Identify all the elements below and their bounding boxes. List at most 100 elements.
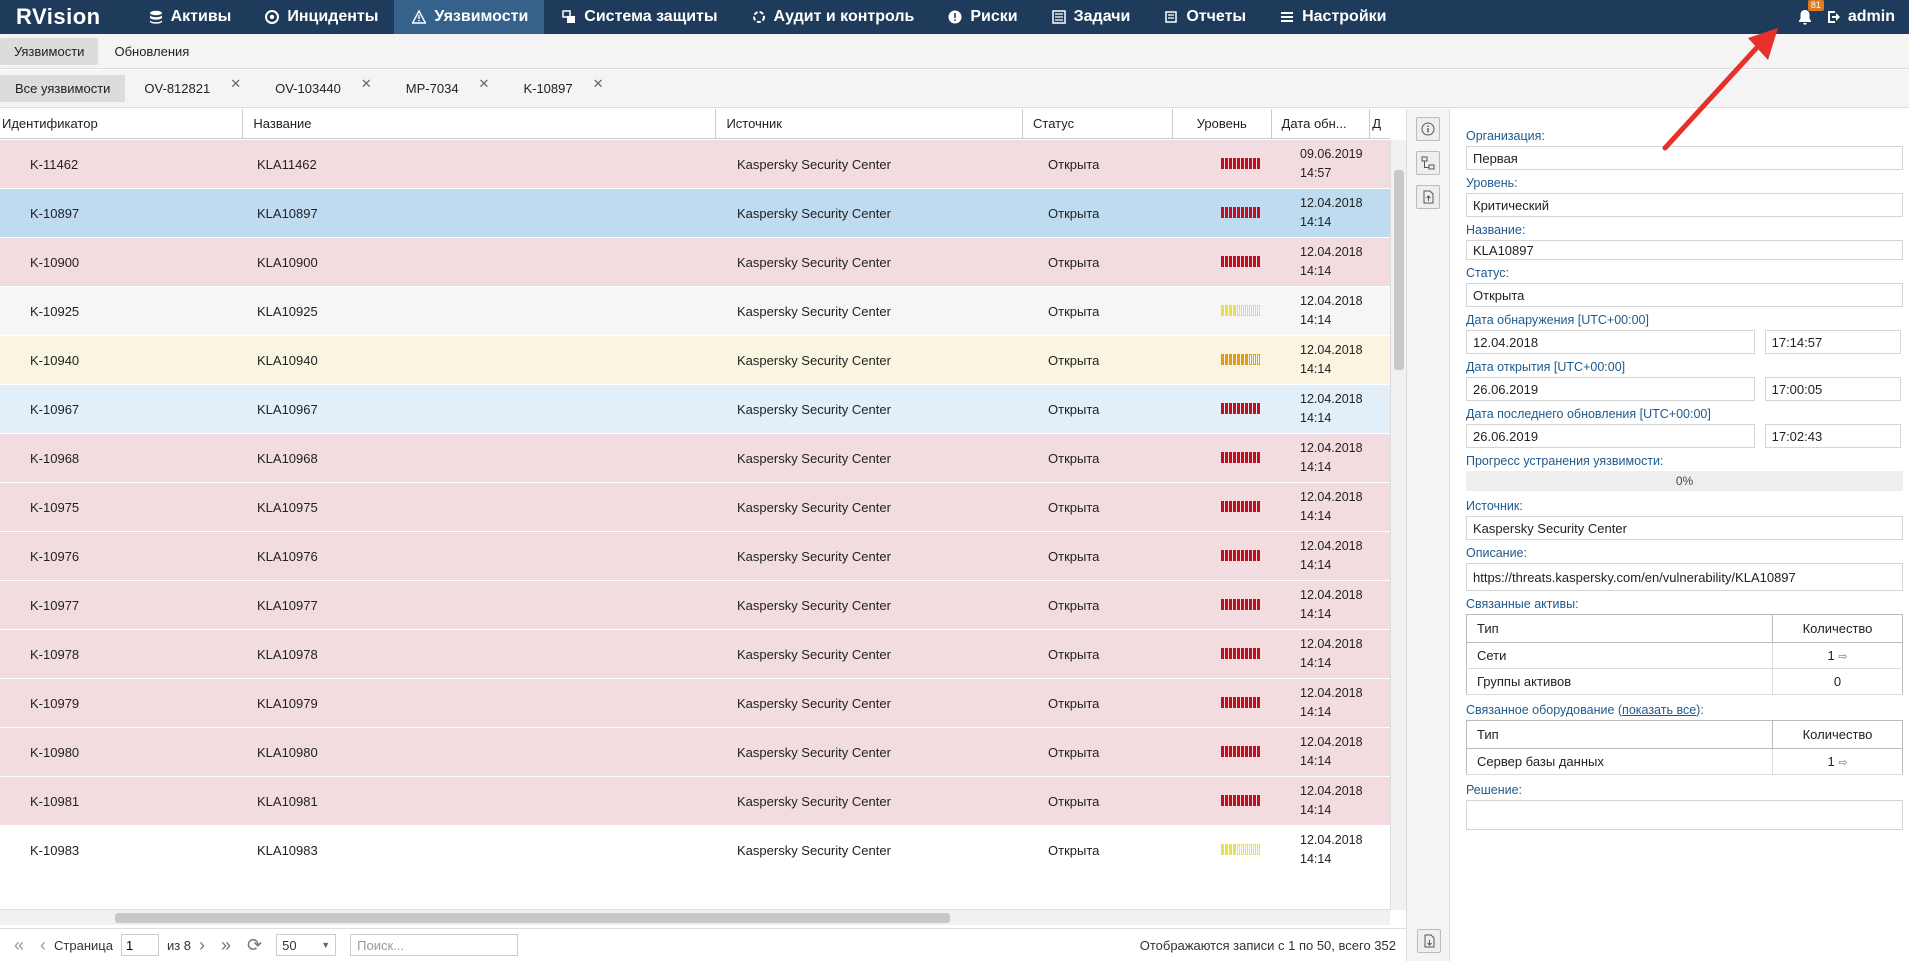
nav-item-6[interactable]: Задачи: [1034, 0, 1147, 34]
vuln-tab[interactable]: OV-812821 ✕: [129, 75, 256, 103]
severity-indicator: [1220, 843, 1260, 855]
level-field[interactable]: Критический: [1466, 193, 1903, 217]
updated-time-field[interactable]: 17:02:43: [1764, 424, 1901, 448]
table-row[interactable]: K-10980 KLA10980 Kaspersky Security Center…: [0, 728, 1390, 777]
cell-status: Открыта: [1048, 254, 1100, 270]
table-row[interactable]: K-10967 KLA10967 Kaspersky Security Center…: [0, 385, 1390, 434]
tab-updates[interactable]: Обновления: [100, 38, 203, 65]
nav-item-label: Аудит и контроль: [773, 8, 915, 25]
table-row[interactable]: K-10968 KLA10968 Kaspersky Security Center…: [0, 434, 1390, 483]
table-row[interactable]: K-10975 KLA10975 Kaspersky Security Center…: [0, 483, 1390, 532]
last-page-icon[interactable]: »: [221, 935, 231, 956]
cell-source: Kaspersky Security Center: [737, 156, 891, 172]
nav-item-7[interactable]: Отчеты: [1146, 0, 1262, 34]
table-row[interactable]: K-10925 KLA10925 Kaspersky Security Center…: [0, 287, 1390, 336]
found-time-field[interactable]: 17:14:57: [1764, 330, 1901, 354]
cell-level: [1190, 843, 1290, 858]
show-all-link[interactable]: показать все: [1622, 703, 1696, 717]
table-row[interactable]: K-10979 KLA10979 Kaspersky Security Center…: [0, 679, 1390, 728]
name-field[interactable]: KLA10897: [1466, 240, 1903, 260]
refresh-icon[interactable]: ⟳: [247, 935, 262, 956]
scroll-thumb[interactable]: [1394, 170, 1404, 370]
close-icon[interactable]: ✕: [479, 76, 490, 92]
scroll-thumb[interactable]: [115, 913, 950, 923]
export-button[interactable]: [1416, 185, 1440, 209]
cell-name: KLA10900: [257, 254, 318, 270]
updated-date-field[interactable]: 26.06.2019: [1466, 424, 1755, 448]
arrow-right-icon[interactable]: ⇨: [1838, 757, 1847, 769]
close-icon[interactable]: ✕: [230, 76, 241, 92]
cell-level: [1190, 549, 1290, 564]
tab-vulnerabilities[interactable]: Уязвимости: [0, 37, 99, 65]
app-logo[interactable]: RVision: [0, 4, 117, 30]
col-header-extra[interactable]: Д: [1370, 109, 1390, 138]
grid-vertical-scrollbar[interactable]: [1390, 140, 1406, 910]
info-button[interactable]: [1416, 117, 1440, 141]
nav-item-1[interactable]: Инциденты: [247, 0, 394, 34]
nav-item-label: Настройки: [1302, 8, 1387, 25]
page-input[interactable]: [120, 934, 159, 956]
col-header-id[interactable]: Идентификатор: [0, 109, 244, 138]
import-button[interactable]: [1417, 929, 1441, 953]
nav-item-4[interactable]: Аудит и контроль: [734, 0, 931, 34]
org-field[interactable]: Первая: [1466, 146, 1903, 170]
severity-indicator: [1220, 157, 1260, 169]
first-page-icon[interactable]: «: [14, 935, 24, 956]
col-count: Количество: [1772, 614, 1903, 643]
page-size-select[interactable]: 50 ▼: [276, 934, 337, 956]
relations-button[interactable]: [1416, 151, 1440, 175]
table-row[interactable]: K-10978 KLA10978 Kaspersky Security Center…: [0, 630, 1390, 679]
table-row[interactable]: K-10940 KLA10940 Kaspersky Security Center…: [0, 336, 1390, 385]
bell-icon: [1798, 9, 1811, 25]
table-row[interactable]: K-10976 KLA10976 Kaspersky Security Center…: [0, 532, 1390, 581]
col-header-source[interactable]: Источник: [716, 109, 1024, 138]
cell-count[interactable]: 1 ⇨: [1772, 748, 1903, 775]
grid-horizontal-scrollbar[interactable]: [0, 909, 1390, 925]
opened-date-field[interactable]: 26.06.2019: [1466, 377, 1755, 401]
opened-date-label: Дата открытия [UTC+00:00]: [1466, 360, 1626, 374]
severity-indicator: [1220, 402, 1260, 414]
table-row[interactable]: K-10977 KLA10977 Kaspersky Security Center…: [0, 581, 1390, 630]
cell-count[interactable]: 1 ⇨: [1772, 642, 1903, 669]
nav-item-8[interactable]: Настройки: [1262, 0, 1402, 34]
notifications-button[interactable]: 81: [1794, 0, 1824, 28]
found-date-field[interactable]: 12.04.2018: [1466, 330, 1755, 354]
vuln-tab[interactable]: OV-103440 ✕: [260, 75, 387, 103]
nav-item-2[interactable]: Уязвимости: [394, 0, 545, 34]
table-row[interactable]: K-10897 KLA10897 Kaspersky Security Center…: [0, 189, 1390, 238]
cell-source: Kaspersky Security Center: [737, 597, 891, 613]
user-menu[interactable]: admin: [1826, 8, 1895, 26]
table-row[interactable]: K-11462 KLA11462 Kaspersky Security Center…: [0, 140, 1390, 189]
col-header-name[interactable]: Название: [243, 109, 717, 138]
cell-updated: 12.04.2018 14:14: [1300, 245, 1363, 278]
search-input[interactable]: Поиск...: [350, 934, 519, 956]
cell-level: [1190, 402, 1290, 417]
table-row[interactable]: K-10981 KLA10981 Kaspersky Security Center…: [0, 777, 1390, 826]
nav-item-label: Система защиты: [584, 8, 718, 25]
solution-field[interactable]: [1466, 800, 1903, 830]
table-row[interactable]: K-10983 KLA10983 Kaspersky Security Center…: [0, 826, 1390, 875]
opened-time-field[interactable]: 17:00:05: [1764, 377, 1901, 401]
source-field[interactable]: Kaspersky Security Center: [1466, 516, 1903, 540]
next-page-icon[interactable]: ›: [199, 935, 205, 956]
close-icon[interactable]: ✕: [593, 76, 604, 92]
prev-page-icon[interactable]: ‹: [40, 935, 46, 956]
col-header-updated[interactable]: Дата обн...: [1272, 109, 1371, 138]
nav-item-5[interactable]: Риски: [930, 0, 1033, 34]
col-header-status[interactable]: Статус: [1023, 109, 1173, 138]
table-row[interactable]: K-10900 KLA10900 Kaspersky Security Center…: [0, 238, 1390, 287]
nav-item-0[interactable]: Активы: [131, 0, 248, 34]
database-icon: [147, 8, 165, 26]
severity-indicator: [1220, 598, 1260, 610]
col-header-level[interactable]: Уровень: [1173, 109, 1272, 138]
nav-item-3[interactable]: Система защиты: [544, 0, 733, 34]
report-icon: [1162, 8, 1180, 26]
cell-updated: 12.04.2018 14:14: [1300, 784, 1363, 817]
description-field[interactable]: https://threats.kaspersky.com/en/vulnera…: [1466, 563, 1903, 591]
vuln-tab[interactable]: K-10897 ✕: [508, 75, 618, 103]
arrow-right-icon[interactable]: ⇨: [1838, 651, 1847, 663]
close-icon[interactable]: ✕: [361, 76, 372, 92]
status-field[interactable]: Открыта: [1466, 283, 1903, 307]
tab-all-vulnerabilities[interactable]: Все уязвимости: [0, 75, 126, 102]
vuln-tab[interactable]: MP-7034 ✕: [391, 75, 505, 103]
